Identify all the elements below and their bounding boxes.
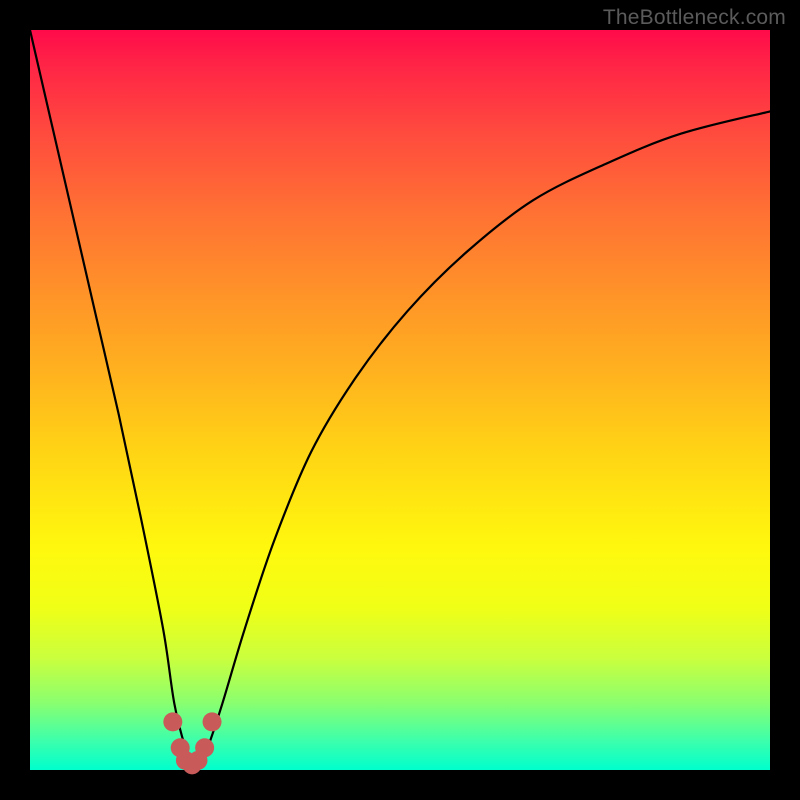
highlight-marker bbox=[203, 712, 222, 731]
bottleneck-curve bbox=[30, 30, 770, 764]
highlight-marker bbox=[195, 738, 214, 757]
chart-container: TheBottleneck.com bbox=[0, 0, 800, 800]
watermark-text: TheBottleneck.com bbox=[603, 6, 786, 30]
highlight-marker bbox=[163, 712, 182, 731]
curve-svg bbox=[30, 30, 770, 770]
highlight-markers bbox=[163, 712, 221, 774]
plot-area bbox=[30, 30, 770, 770]
